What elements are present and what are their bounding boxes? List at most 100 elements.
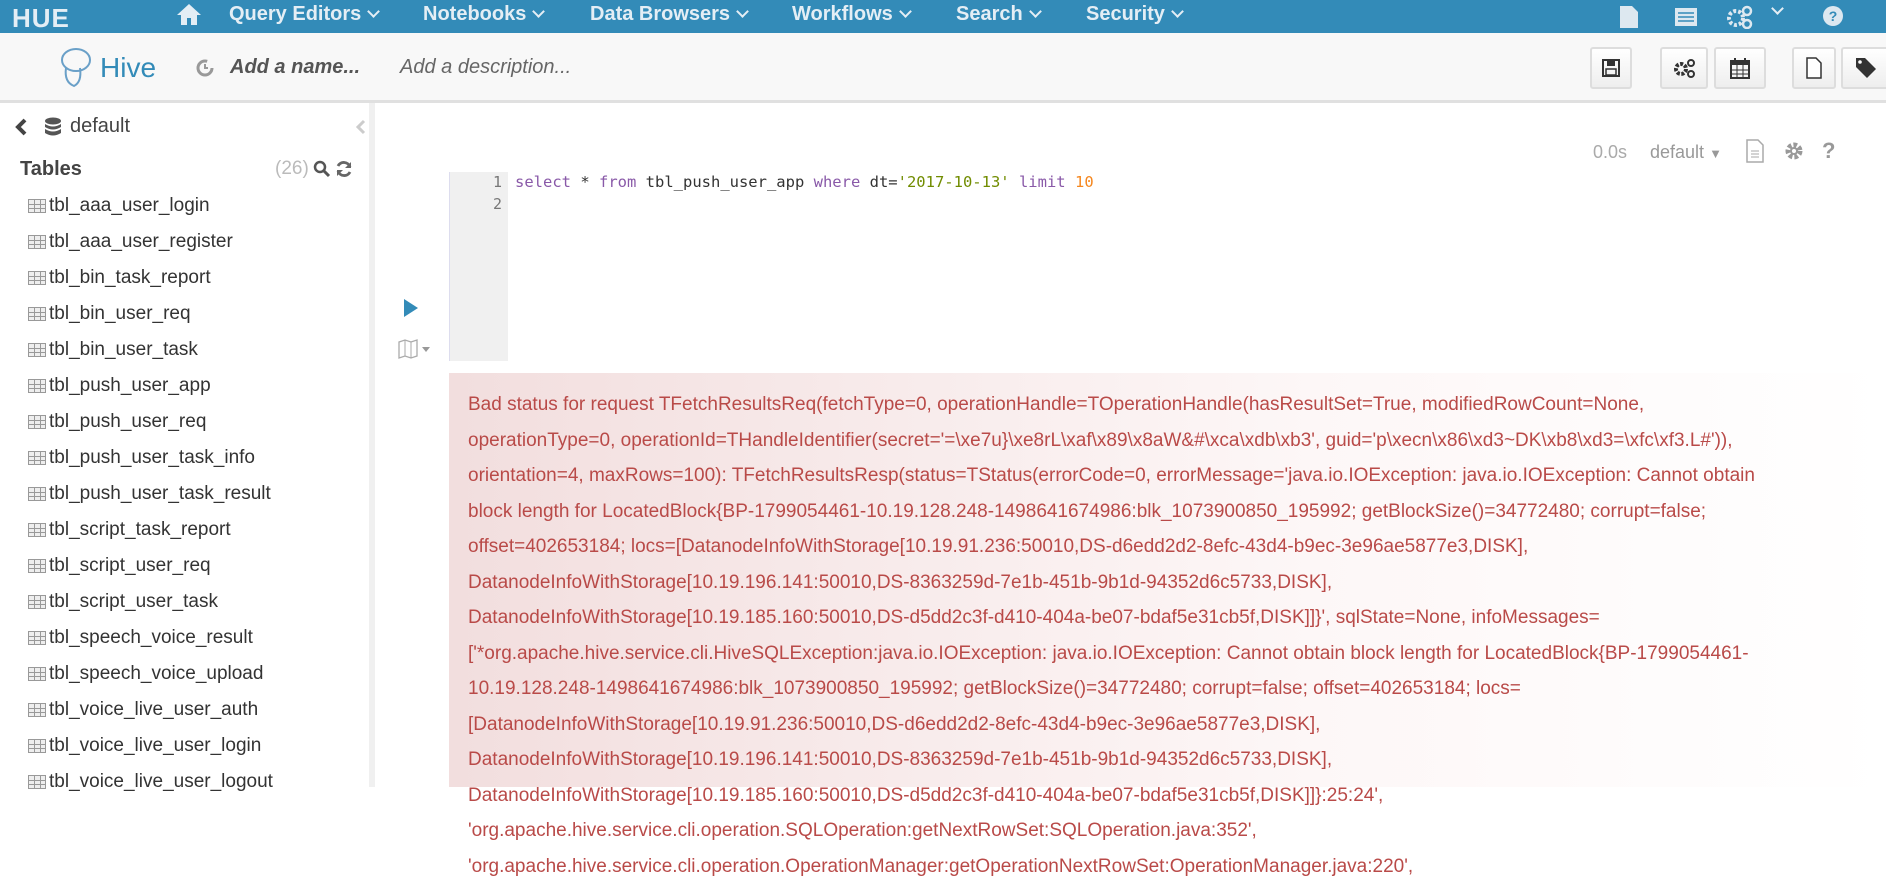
table-item[interactable]: tbl_push_user_app: [28, 375, 211, 397]
database-dropdown-value: default: [1650, 142, 1704, 162]
table-item[interactable]: tbl_voice_live_user_logout: [28, 771, 273, 793]
table-name: tbl_push_user_task_info: [49, 447, 255, 469]
table-icon: [28, 343, 46, 357]
nav-workflows[interactable]: Workflows: [792, 0, 910, 33]
tag-button[interactable]: [1841, 47, 1886, 89]
back-chevron-icon[interactable]: [14, 118, 28, 136]
table-item[interactable]: tbl_push_user_req: [28, 411, 206, 433]
collapse-sidebar-icon[interactable]: [355, 119, 367, 140]
query-description-input[interactable]: Add a description...: [400, 56, 571, 79]
new-document-button[interactable]: [1792, 47, 1836, 89]
table-name: tbl_script_task_report: [49, 519, 231, 541]
line-number: 2: [493, 195, 502, 213]
code-token: select: [515, 173, 571, 191]
code-token: where: [814, 173, 861, 191]
svg-text:?: ?: [1829, 8, 1838, 24]
table-item[interactable]: tbl_script_user_task: [28, 591, 218, 613]
table-item[interactable]: tbl_bin_task_report: [28, 267, 211, 289]
help-icon[interactable]: ?: [1822, 5, 1844, 32]
database-dropdown[interactable]: default ▼: [1650, 142, 1722, 163]
chevron-down-icon: [1171, 5, 1184, 18]
document-icon[interactable]: [1620, 6, 1638, 33]
settings-gear-icon[interactable]: [1784, 141, 1804, 166]
table-icon: [28, 703, 46, 717]
help-icon[interactable]: ?: [1822, 138, 1835, 164]
nav-security[interactable]: Security: [1086, 0, 1182, 33]
table-item[interactable]: tbl_speech_voice_upload: [28, 663, 263, 685]
chevron-down-icon: [736, 5, 749, 18]
table-icon: [28, 487, 46, 501]
table-icon: [28, 595, 46, 609]
query-name-input[interactable]: Add a name...: [230, 56, 360, 79]
table-item[interactable]: tbl_bin_user_task: [28, 339, 198, 361]
table-icon: [28, 199, 46, 213]
table-item[interactable]: tbl_voice_live_user_login: [28, 735, 261, 757]
table-name: tbl_script_user_task: [49, 591, 218, 613]
chevron-down-icon: [899, 5, 912, 18]
table-name: tbl_aaa_user_login: [49, 195, 210, 217]
nav-data-browsers[interactable]: Data Browsers: [590, 0, 747, 33]
schedule-button[interactable]: [1714, 47, 1766, 89]
table-name: tbl_bin_user_req: [49, 303, 191, 325]
error-line: Bad status for request TFetchResultsReq(…: [468, 387, 1886, 423]
table-item[interactable]: tbl_voice_live_user_auth: [28, 699, 258, 721]
search-icon[interactable]: [313, 160, 331, 183]
table-item[interactable]: tbl_speech_voice_result: [28, 627, 253, 649]
gears-icon: [1673, 58, 1695, 78]
table-item[interactable]: tbl_push_user_task_result: [28, 483, 271, 505]
error-line: block length for LocatedBlock{BP-1799054…: [468, 494, 1886, 530]
save-button[interactable]: [1590, 47, 1632, 89]
nav-label: Security: [1086, 3, 1165, 25]
nav-notebooks[interactable]: Notebooks: [423, 0, 543, 33]
table-item[interactable]: tbl_script_user_req: [28, 555, 211, 577]
refresh-icon[interactable]: [335, 160, 353, 183]
table-name: tbl_push_user_app: [49, 375, 211, 397]
chevron-down-icon[interactable]: [1771, 2, 1784, 15]
code-token: 10: [1075, 173, 1094, 191]
run-button[interactable]: [403, 298, 419, 323]
nav-label: Data Browsers: [590, 3, 730, 25]
table-name: tbl_script_user_req: [49, 555, 211, 577]
database-name: default: [70, 115, 130, 138]
nav-search[interactable]: Search: [956, 0, 1040, 33]
nav-query-editors[interactable]: Query Editors: [229, 0, 378, 33]
line-number: 1: [493, 173, 502, 191]
app-title: Hive: [100, 52, 156, 84]
error-line: ['*org.apache.hive.service.cli.HiveSQLEx…: [468, 636, 1886, 672]
error-line: 'org.apache.hive.service.cli.operation.S…: [468, 813, 1886, 849]
database-selector[interactable]: default: [14, 115, 130, 138]
table-item[interactable]: tbl_aaa_user_login: [28, 195, 210, 217]
code-token: limit: [1019, 173, 1066, 191]
chevron-down-icon: [532, 5, 545, 18]
table-icon: [28, 631, 46, 645]
gears-icon[interactable]: [1727, 5, 1753, 34]
hue-logo[interactable]: HUE: [12, 3, 70, 34]
table-name: tbl_push_user_req: [49, 411, 206, 433]
error-line: DatanodeInfoWithStorage[10.19.196.141:50…: [468, 742, 1886, 778]
table-icon: [28, 415, 46, 429]
code-token: *: [571, 173, 599, 191]
home-icon[interactable]: [176, 2, 202, 35]
table-item[interactable]: tbl_push_user_task_info: [28, 447, 255, 469]
error-line: operationType=0, operationId=THandleIden…: [468, 423, 1886, 459]
query-builder-button[interactable]: [398, 339, 432, 364]
settings-button[interactable]: [1660, 47, 1708, 89]
table-item[interactable]: tbl_bin_user_req: [28, 303, 191, 325]
table-name: tbl_aaa_user_register: [49, 231, 233, 253]
table-icon: [28, 307, 46, 321]
table-icon: [28, 739, 46, 753]
table-name: tbl_bin_task_report: [49, 267, 211, 289]
history-icon[interactable]: [195, 58, 215, 83]
table-icon: [28, 235, 46, 249]
sql-editor[interactable]: select * from tbl_push_user_app where dt…: [515, 173, 1094, 191]
table-list-icon[interactable]: [1675, 8, 1697, 31]
table-item[interactable]: tbl_aaa_user_register: [28, 231, 233, 253]
nav-label: Workflows: [792, 3, 893, 25]
document-icon[interactable]: [1746, 139, 1764, 168]
error-line: offset=402653184; locs=[DatanodeInfoWith…: [468, 529, 1886, 565]
table-item[interactable]: tbl_script_task_report: [28, 519, 231, 541]
calendar-icon: [1730, 57, 1750, 79]
nav-label: Query Editors: [229, 3, 361, 25]
table-name: tbl_voice_live_user_auth: [49, 699, 258, 721]
map-icon: [398, 339, 432, 359]
